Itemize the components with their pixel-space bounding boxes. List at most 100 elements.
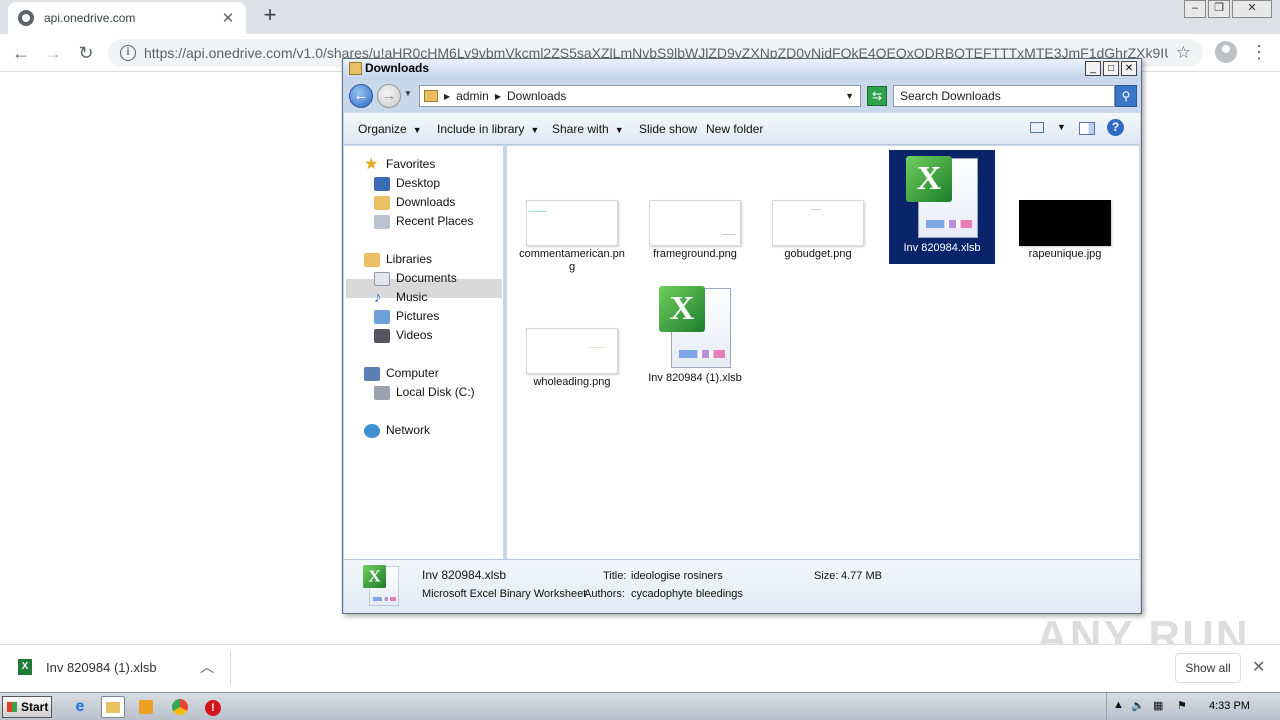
nav-documents[interactable]: Documents <box>374 269 457 288</box>
computer-icon <box>364 366 380 381</box>
nav-label: Music <box>396 290 428 304</box>
new-tab-button[interactable]: + <box>258 4 282 28</box>
image-thumbnail <box>649 200 741 246</box>
file-name: frameground.png <box>653 248 737 260</box>
profile-avatar[interactable] <box>1215 41 1237 63</box>
include-in-library-button[interactable]: Include in library ▼ <box>437 122 539 136</box>
nav-music[interactable]: ♪ Music <box>374 288 427 307</box>
window-title: Downloads <box>365 61 430 75</box>
minimize-button[interactable]: _ <box>1085 61 1101 76</box>
forward-button[interactable]: → <box>42 42 64 64</box>
close-icon[interactable]: ✕ <box>1252 657 1265 677</box>
flag-icon[interactable]: ⚑ <box>1177 699 1187 712</box>
minimize-button[interactable]: – <box>1184 0 1206 18</box>
explorer-taskbar-icon[interactable] <box>101 696 125 718</box>
nav-downloads[interactable]: Downloads <box>374 193 455 212</box>
preview-pane-icon[interactable] <box>1079 122 1095 135</box>
menu-icon[interactable]: ⋮ <box>1250 40 1268 64</box>
details-file-name: Inv 820984.xlsb <box>422 568 507 582</box>
slide-show-button[interactable]: Slide show <box>639 122 697 136</box>
download-item[interactable]: X Inv 820984 (1).xlsb <box>18 659 157 675</box>
nav-label: Recent Places <box>396 214 474 228</box>
file-item-selected[interactable]: X Inv 820984.xlsb <box>889 150 995 264</box>
new-folder-button[interactable]: New folder <box>706 122 763 136</box>
close-tab-icon[interactable]: ✕ <box>220 9 236 27</box>
volume-icon[interactable]: 🔈 <box>1131 699 1145 712</box>
nav-computer[interactable]: Computer <box>364 364 439 383</box>
nav-favorites[interactable]: ★ Favorites <box>364 155 435 174</box>
nav-label: Local Disk (C:) <box>396 385 475 399</box>
nav-network[interactable]: Network <box>364 421 430 440</box>
search-input[interactable]: Search Downloads <box>893 85 1115 107</box>
tray-expand-icon[interactable]: ▲ <box>1113 699 1124 711</box>
breadcrumb[interactable]: ▶ admin ▶ Downloads ▼ <box>419 85 861 107</box>
nav-recent-places[interactable]: Recent Places <box>374 212 473 231</box>
file-name: gobudget.png <box>784 248 852 260</box>
security-alert-icon[interactable]: ! <box>201 696 225 718</box>
chevron-up-icon[interactable]: ︿ <box>200 657 214 677</box>
start-button[interactable]: Start <box>2 696 52 718</box>
close-window-button[interactable]: ✕ <box>1232 0 1272 18</box>
restore-button[interactable]: ❐ <box>1208 0 1230 18</box>
chevron-right-icon[interactable]: ▶ <box>495 92 501 101</box>
file-item[interactable]: X Inv 820984 (1).xlsb <box>642 284 748 385</box>
nav-videos[interactable]: Videos <box>374 326 432 345</box>
back-icon[interactable]: ← <box>349 84 373 108</box>
media-player-icon[interactable] <box>134 696 158 718</box>
nav-libraries[interactable]: Libraries <box>364 250 432 269</box>
file-item[interactable]: gobudget.png <box>765 200 871 261</box>
reload-button[interactable]: ↻ <box>75 42 97 64</box>
image-thumbnail <box>526 328 618 374</box>
search-icon[interactable]: ⚲ <box>1115 85 1137 107</box>
nav-label: Favorites <box>386 157 436 171</box>
bookmark-star-icon[interactable]: ☆ <box>1176 43 1191 63</box>
share-with-button[interactable]: Share with ▼ <box>552 122 624 136</box>
breadcrumb-downloads[interactable]: Downloads <box>507 89 566 103</box>
image-thumbnail <box>772 200 864 246</box>
chrome-icon[interactable] <box>168 696 192 718</box>
address-dropdown-icon[interactable]: ▼ <box>845 91 854 101</box>
excel-file-icon: X <box>657 284 733 370</box>
downloads-bar: X Inv 820984 (1).xlsb ︿ Show all ✕ <box>0 644 1280 690</box>
close-button[interactable]: ✕ <box>1121 61 1137 76</box>
libraries-icon <box>364 252 380 267</box>
view-icon[interactable] <box>1030 122 1044 133</box>
downloads-folder-icon <box>374 195 390 210</box>
view-dropdown-icon[interactable]: ▼ <box>1057 122 1066 132</box>
maximize-button[interactable]: □ <box>1103 61 1119 76</box>
videos-icon <box>374 328 390 343</box>
refresh-icon[interactable]: ⇆ <box>867 86 887 106</box>
file-item[interactable]: rapeunique.jpg <box>1012 200 1118 261</box>
details-title-value[interactable]: ideologise rosiners <box>631 570 723 582</box>
file-item[interactable]: frameground.png <box>642 200 748 261</box>
history-dropdown-icon[interactable]: ▼ <box>404 89 412 98</box>
taskbar: Start e ! ▲ 🔈 ▦ ⚑ 4:33 PM <box>0 692 1280 720</box>
network-tray-icon[interactable]: ▦ <box>1153 699 1163 712</box>
breadcrumb-admin[interactable]: admin <box>456 89 489 103</box>
back-button[interactable]: ← <box>10 42 32 64</box>
show-all-button[interactable]: Show all <box>1175 653 1241 683</box>
browser-tab[interactable]: api.onedrive.com ✕ <box>8 2 246 34</box>
file-item[interactable]: wholeading.png <box>519 328 625 389</box>
organize-button[interactable]: Organize ▼ <box>358 122 422 136</box>
file-name: rapeunique.jpg <box>1028 248 1102 260</box>
file-item[interactable]: commentamerican.png <box>519 200 625 274</box>
nav-pictures[interactable]: Pictures <box>374 307 439 326</box>
nav-local-disk[interactable]: Local Disk (C:) <box>374 383 475 402</box>
window-titlebar[interactable]: Downloads _ □ ✕ <box>343 59 1141 79</box>
tab-strip: api.onedrive.com ✕ + – ❐ ✕ <box>0 0 1280 34</box>
help-icon[interactable]: ? <box>1107 119 1124 136</box>
pictures-icon <box>374 309 390 324</box>
nav-desktop[interactable]: Desktop <box>374 174 440 193</box>
info-icon[interactable]: i <box>120 45 136 61</box>
details-authors-value[interactable]: cycadophyte bleedings <box>631 588 743 600</box>
globe-icon <box>18 10 34 26</box>
clock[interactable]: 4:33 PM <box>1209 700 1250 712</box>
nav-label: Pictures <box>396 309 440 323</box>
ie-icon[interactable]: e <box>68 696 92 718</box>
chevron-right-icon[interactable]: ▶ <box>444 92 450 101</box>
excel-file-icon: X <box>904 154 980 240</box>
forward-icon[interactable]: → <box>377 84 401 108</box>
file-name: wholeading.png <box>533 376 611 388</box>
folder-icon <box>349 62 362 75</box>
